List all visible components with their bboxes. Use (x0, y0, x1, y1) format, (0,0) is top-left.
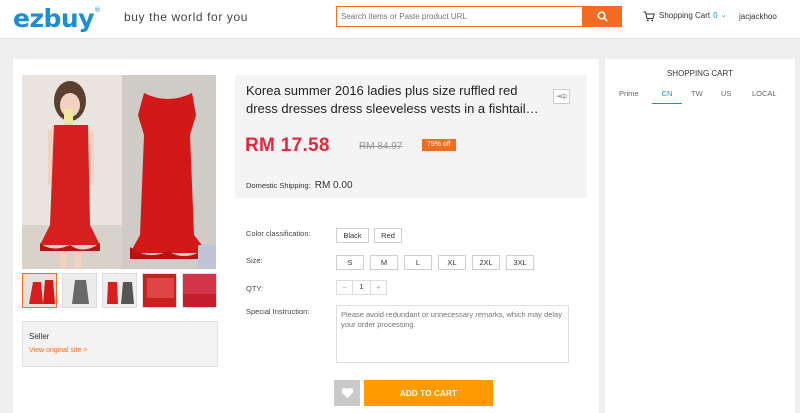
tagline: buy the world for you (124, 10, 248, 24)
color-option-red[interactable]: Red (374, 228, 402, 243)
tab-cn[interactable]: CN (652, 89, 682, 104)
size-option-xl[interactable]: XL (438, 255, 466, 270)
tab-local[interactable]: LOCAL (752, 89, 777, 99)
cart-label: Shopping Cart (659, 11, 711, 20)
shipping-value: RM 0.00 (314, 180, 353, 191)
search-input[interactable] (336, 6, 583, 27)
size-option-s[interactable]: S (336, 255, 364, 270)
add-to-cart-button[interactable]: ADD TO CART (364, 380, 493, 406)
thumbnail-strip (22, 273, 217, 308)
qty-increase-button[interactable]: + (371, 281, 386, 294)
product-main-image[interactable] (22, 75, 216, 269)
size-option-m[interactable]: M (370, 255, 398, 270)
heart-icon (341, 387, 353, 399)
domestic-shipping: Domestic Shipping: RM 0.00 (246, 181, 353, 191)
special-instruction-label: Special Instruction: (246, 307, 310, 316)
tab-us[interactable]: US (721, 89, 731, 99)
cart-icon (643, 11, 655, 21)
cart-count: 0 (713, 11, 718, 20)
quantity-stepper: − 1 + (336, 280, 387, 295)
color-option-black[interactable]: Black (336, 228, 369, 243)
cart-region-tabs: Prime CN TW US LOCAL (605, 89, 795, 105)
product-title: Korea summer 2016 ladies plus size ruffl… (246, 83, 539, 116)
shopping-cart-panel: SHOPPING CART Prime CN TW US LOCAL (605, 59, 795, 413)
thumbnail-image[interactable] (142, 273, 177, 308)
shipping-label: Domestic Shipping: (246, 181, 311, 190)
tab-prime[interactable]: Prime (619, 89, 639, 99)
username-link[interactable]: jacjackhoo (739, 11, 777, 23)
product-panel: Seller View original site > Korea summer… (13, 59, 599, 413)
size-option-2xl[interactable]: 2XL (472, 255, 500, 270)
size-label: Size: (246, 256, 263, 265)
cart-panel-title: SHOPPING CART (666, 69, 734, 78)
thumbnail-image[interactable] (102, 273, 137, 308)
current-price: RM 17.58 (245, 135, 330, 156)
size-option-l[interactable]: L (404, 255, 432, 270)
chevron-down-icon: ⌄ (720, 12, 727, 19)
qty-value[interactable]: 1 (352, 281, 371, 294)
qty-decrease-button[interactable]: − (337, 281, 352, 294)
top-header: ezbuy® buy the world for you Shopping Ca… (0, 0, 800, 39)
ezbuy-logo[interactable]: ezbuy® (13, 5, 101, 33)
price-box: Korea summer 2016 ladies plus size ruffl… (235, 75, 587, 198)
translate-toggle-button[interactable]: ⇥ 中 (553, 89, 570, 104)
qty-label: QTY: (246, 284, 264, 293)
original-price: RM 84.97 (359, 141, 403, 152)
search-button[interactable] (583, 6, 622, 27)
special-instruction-field[interactable] (336, 305, 569, 363)
favorite-button[interactable] (334, 380, 360, 406)
seller-label: Seller (29, 332, 50, 341)
thumbnail-image[interactable] (62, 273, 97, 308)
discount-badge: 79% off (422, 139, 456, 151)
view-original-site-link[interactable]: View original site > (29, 346, 211, 356)
search-icon (597, 11, 608, 22)
thumbnail-image[interactable] (182, 273, 217, 308)
thumbnail-image[interactable] (22, 273, 57, 308)
size-option-3xl[interactable]: 3XL (506, 255, 534, 270)
seller-box: Seller View original site > (22, 321, 218, 367)
shopping-cart-link[interactable]: Shopping Cart 0 ⌄ (643, 10, 726, 22)
tab-tw[interactable]: TW (691, 89, 703, 99)
color-label: Color classification: (246, 229, 311, 238)
